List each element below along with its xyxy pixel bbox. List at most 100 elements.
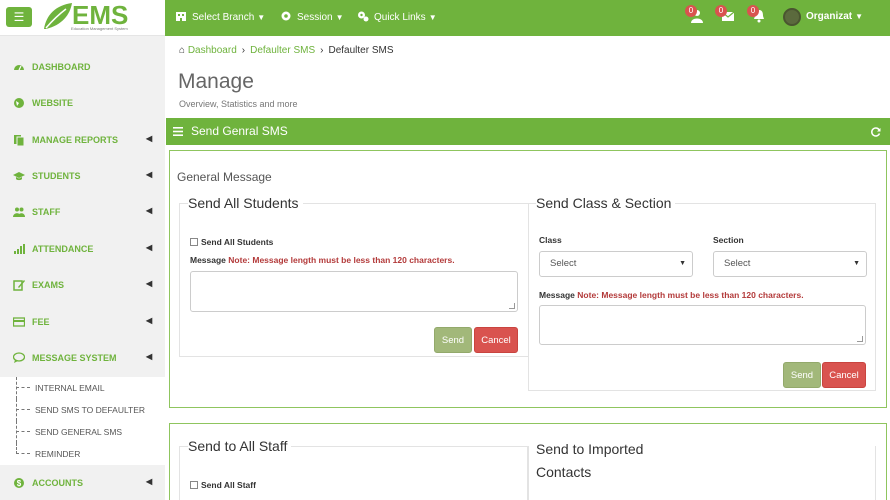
hamburger-icon[interactable]: ☰ (6, 7, 32, 27)
comment-icon (13, 352, 25, 363)
sidebar: DASHBOARD WEBSITE MANAGE REPORTS ◀ STUDE… (0, 36, 165, 500)
resize-grip-icon[interactable] (509, 303, 515, 309)
message-label-text: Message (539, 290, 575, 300)
submenu-item-send-sms-to-defaulter[interactable]: SEND SMS TO DEFAULTER (0, 399, 165, 421)
quick-links-menu[interactable]: Quick Links ▼ (357, 0, 437, 36)
svg-text:$: $ (17, 479, 22, 488)
checkbox[interactable] (190, 481, 198, 489)
chevron-down-icon: ▼ (853, 260, 860, 267)
avatar[interactable] (783, 8, 801, 26)
sidebar-item-website[interactable]: WEBSITE (0, 85, 165, 121)
send-all-staff-checkbox[interactable]: Send All Staff (190, 480, 256, 490)
chevron-down-icon: ▼ (257, 13, 266, 22)
submenu-item-internal-email[interactable]: INTERNAL EMAIL (0, 377, 165, 399)
all-students-send-button[interactable]: Send (434, 327, 472, 353)
sidebar-item-manage-reports[interactable]: MANAGE REPORTS ◀ (0, 122, 165, 158)
user-menu[interactable]: Organizat ▼ (806, 0, 863, 34)
page-title: Manage (178, 70, 254, 93)
message-label-text: Message (190, 255, 226, 265)
class-label: Class (539, 235, 562, 245)
chevron-down-icon: ▼ (679, 260, 686, 267)
breadcrumb-current: Defaulter SMS (328, 45, 394, 56)
tree-branch (16, 387, 30, 388)
sidebar-item-attendance[interactable]: ATTENDANCE ◀ (0, 231, 165, 267)
section-select[interactable]: Select ▼ (713, 251, 867, 277)
home-icon: ⌂ (179, 45, 186, 56)
gears-icon (358, 11, 369, 22)
breadcrumb-dashboard-link[interactable]: Dashboard (188, 45, 237, 56)
message-label: Message Note: Message length must be les… (190, 255, 455, 265)
building-icon (176, 12, 186, 21)
submenu-item-reminder[interactable]: REMINDER (0, 443, 165, 465)
class-select-value: Select (550, 258, 577, 269)
message-length-note: Note: Message length must be less than 1… (228, 255, 455, 265)
chevron-left-icon: ◀ (146, 477, 153, 486)
send-all-staff-legend: Send to All Staff (188, 438, 292, 454)
chevron-down-icon: ▼ (335, 13, 344, 22)
sidebar-item-staff[interactable]: STAFF ◀ (0, 194, 165, 230)
class-section-cancel-button[interactable]: Cancel (822, 362, 866, 388)
chevron-left-icon: ◀ (146, 170, 153, 179)
chevron-left-icon: ◀ (146, 243, 153, 252)
submenu-item-label: REMINDER (35, 449, 81, 459)
sidebar-item-label: MESSAGE SYSTEM (32, 353, 117, 363)
tree-branch (16, 431, 30, 432)
breadcrumb-parent-link[interactable]: Defaulter SMS (250, 45, 315, 56)
submenu-item-label: SEND GENERAL SMS (35, 427, 123, 437)
sidebar-item-fee[interactable]: FEE ◀ (0, 304, 165, 340)
checkbox[interactable] (190, 238, 198, 246)
class-message-label: Message Note: Message length must be les… (539, 290, 804, 300)
alert-badge: 0 (747, 5, 759, 17)
sidebar-item-label: ATTENDANCE (32, 244, 94, 254)
chevron-left-icon: ◀ (146, 352, 153, 361)
sidebar-item-exams[interactable]: EXAMS ◀ (0, 267, 165, 303)
sidebar-item-students[interactable]: STUDENTS ◀ (0, 158, 165, 194)
page-subtitle: Overview, Statistics and more (179, 99, 298, 109)
gear-icon (281, 11, 291, 21)
imported-legend-line2: Contacts (536, 464, 592, 480)
logo-tagline: Education Management System (71, 26, 128, 31)
class-section-send-button[interactable]: Send (783, 362, 821, 388)
list-icon (173, 127, 183, 136)
all-students-cancel-button[interactable]: Cancel (474, 327, 518, 353)
sidebar-item-dashboard[interactable]: DASHBOARD (0, 49, 165, 85)
notification-badge: 0 (685, 5, 697, 17)
chevron-left-icon: ◀ (146, 206, 153, 215)
edit-icon (13, 280, 25, 291)
general-message-title: General Message (177, 170, 272, 184)
chevron-right-icon: › (320, 45, 324, 56)
dashboard-icon (14, 65, 24, 71)
panel-header: Send Genral SMS (166, 118, 890, 145)
sidebar-item-accounts[interactable]: $ ACCOUNTS ◀ (0, 465, 165, 500)
chevron-left-icon: ◀ (146, 134, 153, 143)
refresh-icon[interactable] (871, 127, 881, 137)
class-select[interactable]: Select ▼ (539, 251, 693, 277)
money-icon: $ (14, 478, 24, 488)
chevron-down-icon: ▼ (428, 13, 437, 22)
files-icon (14, 135, 25, 146)
sidebar-item-message-system[interactable]: MESSAGE SYSTEM ◀ (0, 340, 165, 376)
submenu-item-send-general-sms[interactable]: SEND GENERAL SMS (0, 421, 165, 443)
send-class-section-legend: Send Class & Section (536, 195, 676, 211)
checkbox-label: Send All Students (201, 237, 274, 247)
message-system-submenu: INTERNAL EMAIL SEND SMS TO DEFAULTER SEN… (0, 377, 165, 465)
submenu-item-label: INTERNAL EMAIL (35, 383, 105, 393)
section-label: Section (713, 235, 744, 245)
tree-line (16, 421, 17, 443)
session-menu[interactable]: Session ▼ (280, 0, 344, 36)
quick-links-label: Quick Links (374, 12, 426, 23)
chevron-left-icon: ◀ (146, 279, 153, 288)
sidebar-item-label: EXAMS (32, 280, 65, 290)
resize-grip-icon[interactable] (857, 336, 863, 342)
select-branch-menu[interactable]: Select Branch ▼ (175, 0, 265, 36)
tree-line (16, 377, 17, 399)
class-section-message-textarea[interactable] (539, 305, 866, 345)
send-all-staff-fieldset (179, 446, 528, 500)
select-branch-label: Select Branch (192, 12, 255, 23)
sidebar-item-label: ACCOUNTS (32, 478, 83, 488)
sidebar-item-label: MANAGE REPORTS (32, 135, 119, 145)
all-students-message-textarea[interactable] (190, 271, 518, 312)
tree-branch (16, 409, 30, 410)
send-all-students-checkbox[interactable]: Send All Students (190, 237, 273, 247)
imported-legend-line1: Send to Imported (536, 441, 644, 457)
